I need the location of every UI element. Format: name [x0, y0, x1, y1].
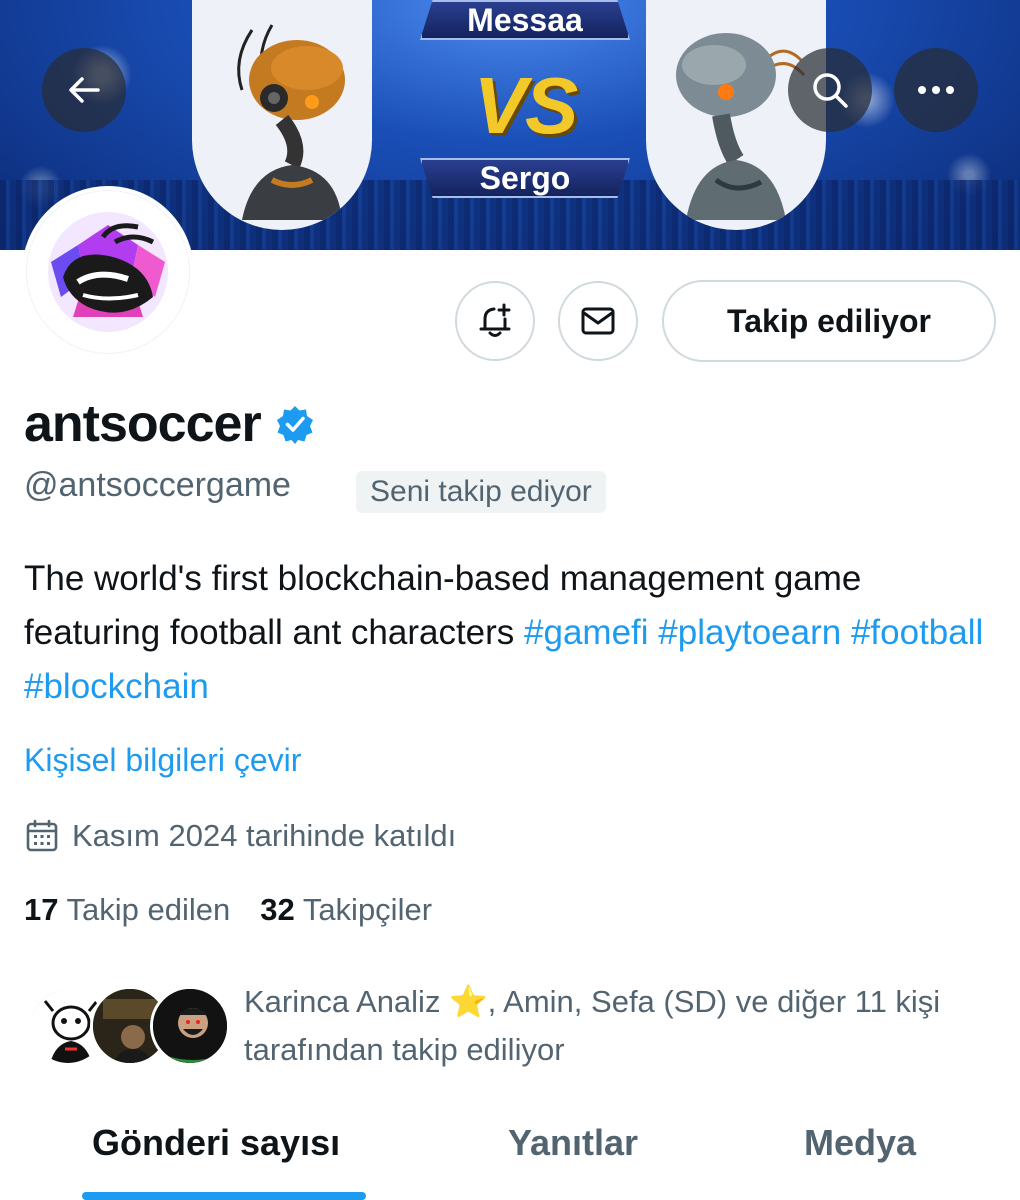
back-button[interactable]: [42, 48, 126, 132]
followed-by-section[interactable]: Karinca Analiz ⭐️, Amin, Sefa (SD) ve di…: [28, 978, 1008, 1078]
hashtag-gamefi[interactable]: #gamefi: [524, 613, 649, 652]
player-name-top: Messaa: [420, 0, 630, 40]
profile-bio: The world's first blockchain-based manag…: [24, 552, 1004, 714]
display-name-text: antsoccer: [24, 395, 262, 453]
notifications-button[interactable]: [455, 281, 535, 361]
followers-count: 32: [260, 892, 295, 927]
ant-player-right-image: [676, 33, 806, 220]
join-date: Kasım 2024 tarihinde katıldı: [24, 818, 456, 854]
translate-bio-link[interactable]: Kişisel bilgileri çevir: [24, 742, 301, 779]
tab-posts[interactable]: Gönderi sayısı: [92, 1122, 340, 1164]
player-name-bottom: Sergo: [420, 158, 630, 198]
following-button[interactable]: Takip ediliyor: [662, 280, 996, 362]
followers-stat[interactable]: 32 Takipçiler: [260, 892, 432, 928]
bell-plus-icon: [479, 303, 511, 337]
hashtag-football[interactable]: #football: [851, 613, 983, 652]
search-button[interactable]: [788, 48, 872, 132]
following-label: Takip edilen: [66, 892, 231, 927]
search-icon: [813, 73, 848, 108]
followed-by-text: Karinca Analiz ⭐️, Amin, Sefa (SD) ve di…: [244, 984, 941, 1067]
hashtag-blockchain[interactable]: #blockchain: [24, 667, 209, 706]
follows-you-badge: Seni takip ediyor: [356, 471, 606, 513]
more-horizontal-icon: [918, 86, 954, 94]
tab-media[interactable]: Medya: [804, 1122, 916, 1164]
followers-label: Takipçiler: [302, 892, 433, 927]
calendar-icon: [26, 819, 58, 852]
vs-label: VS: [473, 61, 579, 150]
profile-avatar[interactable]: [22, 186, 194, 358]
profile-handle: @antsoccergame: [24, 466, 291, 504]
versus-panel: Messaa VS Sergo: [400, 0, 650, 210]
join-date-text: Kasım 2024 tarihinde katıldı: [72, 818, 457, 853]
arrow-left-icon: [69, 77, 100, 103]
profile-tabs: Gönderi sayısı Yanıtlar Medya: [0, 1100, 1020, 1200]
verified-badge-icon[interactable]: [275, 404, 315, 444]
profile-display-name: antsoccer: [24, 394, 315, 454]
active-tab-indicator: [82, 1192, 366, 1200]
more-options-button[interactable]: [894, 48, 978, 132]
hashtag-playtoearn[interactable]: #playtoearn: [658, 613, 841, 652]
mail-icon: [581, 307, 615, 335]
tab-replies[interactable]: Yanıtlar: [508, 1122, 638, 1164]
following-count: 17: [24, 892, 59, 927]
following-stat[interactable]: 17 Takip edilen: [24, 892, 230, 928]
follow-stats: 17 Takip edilen 32 Takipçiler: [24, 892, 432, 928]
left-player-shield: [192, 0, 372, 230]
antsoccer-logo-icon: [48, 212, 168, 332]
ant-player-left-image: [237, 24, 345, 220]
message-button[interactable]: [558, 281, 638, 361]
follower-avatar-3: [150, 986, 230, 1066]
